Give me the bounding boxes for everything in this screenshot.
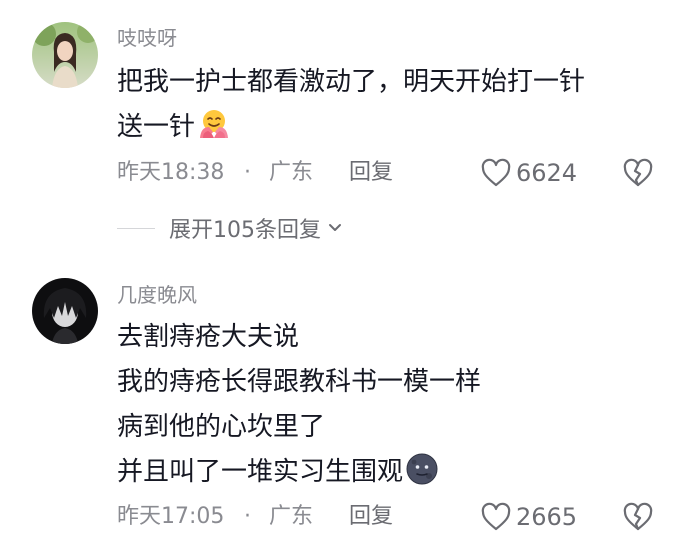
- comment-text: 把我一护士都看激动了，明天开始打一针 送一针: [117, 60, 657, 150]
- chevron-down-icon: [325, 218, 345, 238]
- avatar[interactable]: [32, 278, 98, 344]
- comment-line-with-emoji: 送一针: [117, 105, 657, 150]
- expand-replies-button[interactable]: 展开105条回复: [117, 211, 345, 245]
- divider-line: [117, 227, 155, 229]
- comment-line: 把我一护士都看激动了，明天开始打一针: [117, 67, 586, 97]
- like-count: 2665: [516, 503, 578, 531]
- reply-button[interactable]: 回复: [349, 502, 393, 532]
- expand-replies-label: 展开105条回复: [169, 218, 321, 243]
- heart-outline-icon: [480, 158, 512, 188]
- avatar[interactable]: [32, 22, 98, 88]
- comment-line: 我的痔疮长得跟教科书一模一样: [117, 367, 482, 397]
- meta-separator: ·: [244, 160, 251, 185]
- broken-heart-icon: [622, 502, 654, 532]
- dislike-button[interactable]: [622, 158, 654, 188]
- timestamp: 昨天18:38: [117, 160, 225, 185]
- username[interactable]: 吱吱呀: [117, 26, 177, 50]
- username[interactable]: 几度晚风: [117, 283, 197, 307]
- location: 广东: [269, 504, 314, 529]
- dislike-button[interactable]: [622, 502, 654, 532]
- heart-outline-icon: [480, 502, 512, 532]
- like-button[interactable]: 6624: [480, 158, 577, 188]
- comment-line: 病到他的心坎里了: [117, 412, 326, 442]
- like-button[interactable]: 2665: [480, 502, 577, 532]
- reply-button[interactable]: 回复: [349, 158, 393, 188]
- like-count: 6624: [516, 159, 578, 187]
- hugging-face-emoji: [197, 107, 231, 141]
- location: 广东: [269, 160, 314, 185]
- comment-line: 并且叫了一堆实习生围观: [117, 457, 404, 487]
- comment-line: 送一针: [117, 112, 196, 142]
- comment-line-with-emoji: 并且叫了一堆实习生围观: [117, 450, 657, 495]
- timestamp: 昨天17:05: [117, 504, 225, 529]
- comment-item: 吱吱呀 把我一护士都看激动了，明天开始打一针 送一针 昨天18:38 · 广东 …: [0, 0, 690, 243]
- comment-item: 几度晚风 去割痔疮大夫说 我的痔疮长得跟教科书一模一样 病到他的心坎里了 并且叫…: [0, 268, 690, 551]
- comment-line: 去割痔疮大夫说: [117, 322, 300, 352]
- comment-meta: 昨天17:05 · 广东 回复 2665: [117, 502, 690, 532]
- meta-separator: ·: [244, 504, 251, 529]
- new-moon-face-emoji: [405, 452, 439, 486]
- comment-text: 去割痔疮大夫说 我的痔疮长得跟教科书一模一样 病到他的心坎里了 并且叫了一堆实习…: [117, 315, 657, 495]
- comment-meta: 昨天18:38 · 广东 回复 6624: [117, 158, 690, 188]
- broken-heart-icon: [622, 158, 654, 188]
